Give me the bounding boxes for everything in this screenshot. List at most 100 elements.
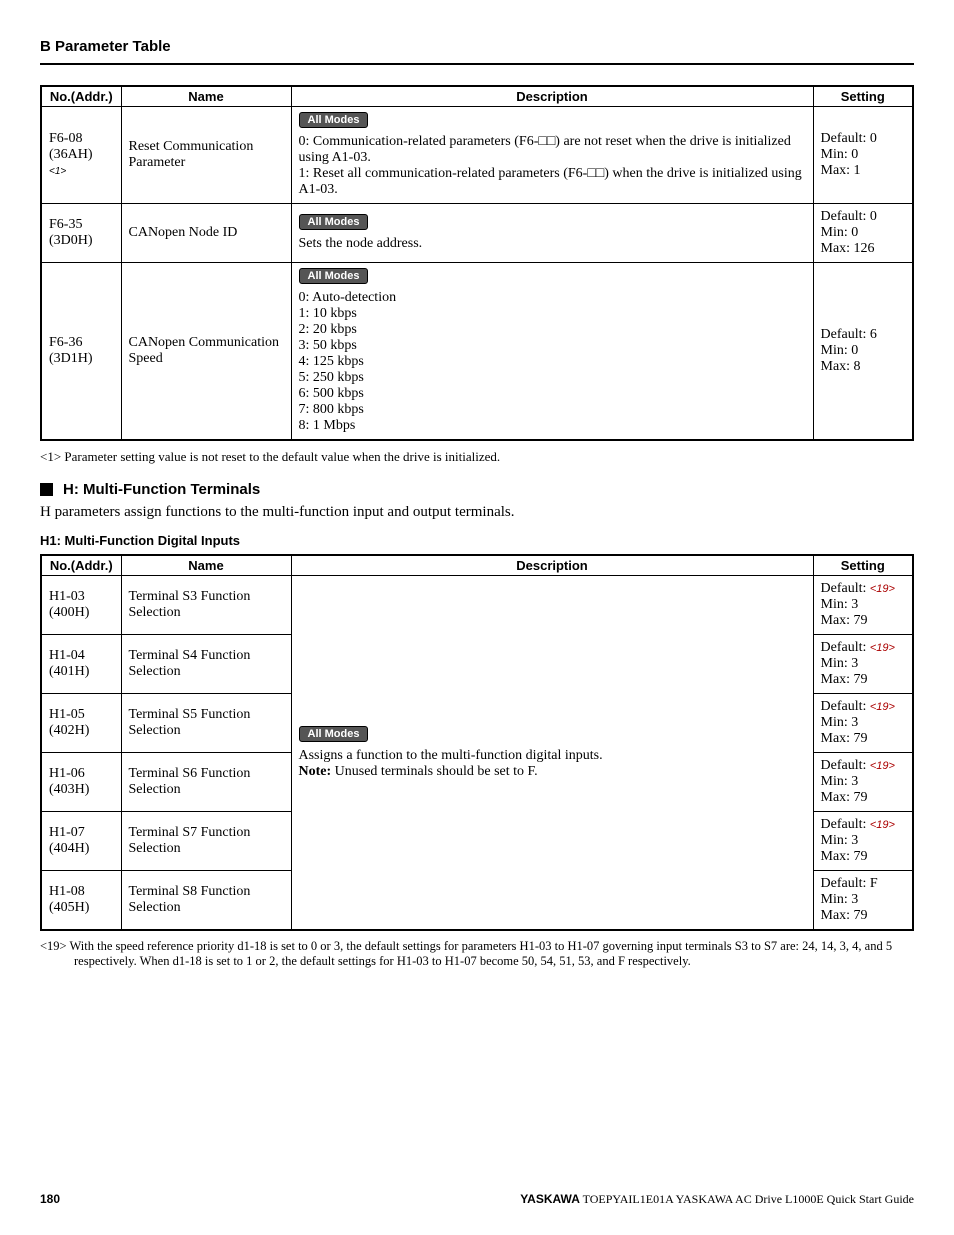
cell-no: H1-03 (400H) <box>41 576 121 635</box>
setting-default: Default: 0 <box>821 209 906 225</box>
cell-setting: Default: <19> Min: 3 Max: 79 <box>813 635 913 694</box>
cell-setting: Default: 0 Min: 0 Max: 126 <box>813 204 913 263</box>
cell-name: Terminal S3 Function Selection <box>121 576 291 635</box>
setting-max: Max: 8 <box>821 359 906 375</box>
param-addr: (400H) <box>49 605 89 620</box>
desc-line: 8: 1 Mbps <box>299 418 806 434</box>
desc-note: Note: Unused terminals should be set to … <box>299 764 806 780</box>
cell-name: Terminal S7 Function Selection <box>121 812 291 871</box>
cell-setting: Default: <19> Min: 3 Max: 79 <box>813 812 913 871</box>
ref-19: <19> <box>870 819 895 831</box>
cell-no: F6-08 (36AH) <1> <box>41 107 121 204</box>
desc-line: 1: Reset all communication-related param… <box>299 166 806 182</box>
cell-no: H1-04 (401H) <box>41 635 121 694</box>
subsection-heading-h1: H1: Multi-Function Digital Inputs <box>40 533 914 548</box>
param-no: F6-36 <box>49 335 82 350</box>
param-no: H1-06 <box>49 766 85 781</box>
cell-desc: All Modes Sets the node address. <box>291 204 813 263</box>
setting-max: Max: 126 <box>821 241 906 257</box>
param-addr: (404H) <box>49 841 89 856</box>
desc-line: Sets the node address. <box>299 236 806 252</box>
setting-max: Max: 79 <box>821 613 906 629</box>
cell-name: CANopen Node ID <box>121 204 291 263</box>
param-no: H1-05 <box>49 707 85 722</box>
setting-min: Min: 3 <box>821 833 906 849</box>
cell-no: H1-05 (402H) <box>41 694 121 753</box>
cell-setting: Default: 0 Min: 0 Max: 1 <box>813 107 913 204</box>
col-header-setting: Setting <box>813 555 913 576</box>
col-header-desc: Description <box>291 555 813 576</box>
table-row: F6-08 (36AH) <1> Reset Communication Par… <box>41 107 913 204</box>
param-addr: (3D1H) <box>49 351 93 366</box>
footnote-19: <19> With the speed reference priority d… <box>40 939 914 969</box>
param-no: H1-08 <box>49 884 85 899</box>
cell-name: Terminal S5 Function Selection <box>121 694 291 753</box>
desc-line: 0: Auto-detection <box>299 290 806 306</box>
param-addr: (36AH) <box>49 147 93 162</box>
setting-max: Max: 79 <box>821 908 906 924</box>
setting-max: Max: 79 <box>821 672 906 688</box>
ref-19: <19> <box>870 583 895 595</box>
all-modes-badge: All Modes <box>299 112 369 128</box>
setting-min: Min: 0 <box>821 225 906 241</box>
cell-name: Reset Communication Parameter <box>121 107 291 204</box>
setting-default: Default: 0 <box>821 131 906 147</box>
desc-line: 0: Communication-related parameters (F6-… <box>299 134 806 166</box>
param-addr: (401H) <box>49 664 89 679</box>
param-no: F6-08 <box>49 131 82 146</box>
section-heading-h: H: Multi-Function Terminals <box>40 481 914 498</box>
cell-setting: Default: 6 Min: 0 Max: 8 <box>813 263 913 441</box>
all-modes-badge: All Modes <box>299 268 369 284</box>
brand-name: YASKAWA <box>520 1192 580 1206</box>
ref-19: <19> <box>870 760 895 772</box>
setting-min: Min: 3 <box>821 892 906 908</box>
setting-min: Min: 3 <box>821 597 906 613</box>
setting-min: Min: 3 <box>821 774 906 790</box>
desc-line: 2: 20 kbps <box>299 322 806 338</box>
table-row: F6-35 (3D0H) CANopen Node ID All Modes S… <box>41 204 913 263</box>
section-description: H parameters assign functions to the mul… <box>40 504 914 521</box>
cell-setting: Default: <19> Min: 3 Max: 79 <box>813 576 913 635</box>
ref-19: <19> <box>870 701 895 713</box>
desc-line: 3: 50 kbps <box>299 338 806 354</box>
desc-line: 4: 125 kbps <box>299 354 806 370</box>
cell-no: F6-35 (3D0H) <box>41 204 121 263</box>
setting-min: Min: 0 <box>821 343 906 359</box>
param-table-f6: No.(Addr.) Name Description Setting F6-0… <box>40 85 914 441</box>
setting-max: Max: 79 <box>821 731 906 747</box>
setting-max: Max: 1 <box>821 163 906 179</box>
cell-name: Terminal S6 Function Selection <box>121 753 291 812</box>
desc-line: A1-03. <box>299 182 806 198</box>
param-addr: (403H) <box>49 782 89 797</box>
page-header: B Parameter Table <box>40 38 914 65</box>
param-addr: (402H) <box>49 723 89 738</box>
all-modes-badge: All Modes <box>299 214 369 230</box>
setting-default: Default: 6 <box>821 327 906 343</box>
setting-default: Default: <box>821 699 870 714</box>
cell-desc-shared: All Modes Assigns a function to the mult… <box>291 576 813 931</box>
ref-19: <19> <box>870 642 895 654</box>
cell-desc: All Modes 0: Auto-detection 1: 10 kbps 2… <box>291 263 813 441</box>
param-no: H1-04 <box>49 648 85 663</box>
cell-no: H1-07 (404H) <box>41 812 121 871</box>
table-header-row: No.(Addr.) Name Description Setting <box>41 555 913 576</box>
col-header-name: Name <box>121 555 291 576</box>
param-table-h1: No.(Addr.) Name Description Setting H1-0… <box>40 554 914 931</box>
setting-min: Min: 0 <box>821 147 906 163</box>
setting-default: Default: <box>821 581 870 596</box>
setting-min: Min: 3 <box>821 656 906 672</box>
setting-default: Default: <box>821 817 870 832</box>
col-header-desc: Description <box>291 86 813 107</box>
setting-max: Max: 79 <box>821 790 906 806</box>
doc-id: YASKAWA TOEPYAIL1E01A YASKAWA AC Drive L… <box>520 1192 914 1207</box>
param-addr: (3D0H) <box>49 233 93 248</box>
doc-title: TOEPYAIL1E01A YASKAWA AC Drive L1000E Qu… <box>580 1192 914 1206</box>
col-header-no: No.(Addr.) <box>41 555 121 576</box>
note-text: Unused terminals should be set to F. <box>331 764 538 779</box>
cell-name: Terminal S8 Function Selection <box>121 871 291 931</box>
table-header-row: No.(Addr.) Name Description Setting <box>41 86 913 107</box>
table-row: H1-03 (400H) Terminal S3 Function Select… <box>41 576 913 635</box>
note-label: Note: <box>299 764 332 779</box>
col-header-setting: Setting <box>813 86 913 107</box>
col-header-name: Name <box>121 86 291 107</box>
